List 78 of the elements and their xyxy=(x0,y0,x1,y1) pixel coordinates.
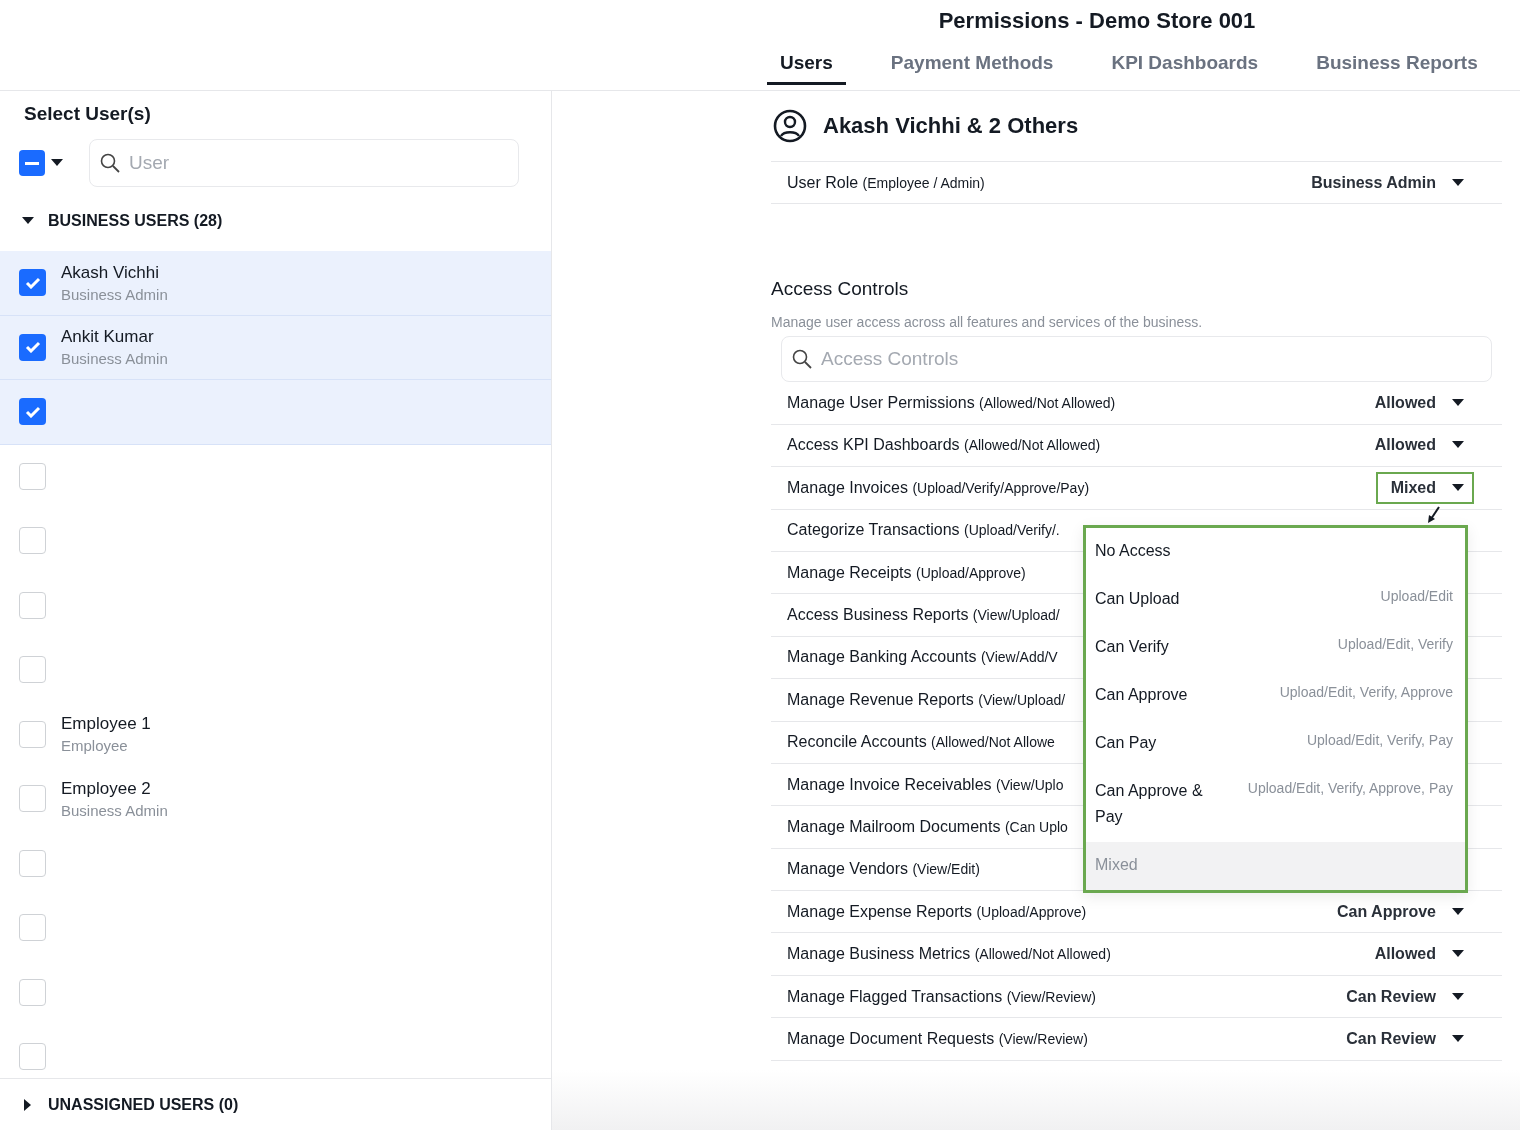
menu-option[interactable]: Can Verify Upload/Edit, Verify xyxy=(1086,624,1465,673)
search-icon xyxy=(100,153,120,173)
user-checkbox[interactable] xyxy=(19,591,46,619)
user-checkbox[interactable] xyxy=(19,1043,46,1071)
user-checkbox[interactable] xyxy=(19,914,46,942)
permission-label: Manage User Permissions (Allowed/Not Allowed) xyxy=(787,394,1116,413)
menu-option[interactable]: Can Pay Upload/Edit, Verify, Pay xyxy=(1086,720,1465,769)
user-checkbox[interactable] xyxy=(19,333,46,361)
permission-label: Access Business Reports (View/Upload/ xyxy=(787,606,1060,625)
page-title: Permissions - Demo Store 001 xyxy=(937,8,1257,34)
section-title: Access Controls xyxy=(771,278,910,301)
access-search-field[interactable]: Access Controls xyxy=(781,336,1492,383)
permission-label: Manage Receipts (Upload/Approve) xyxy=(787,563,1026,582)
group-header[interactable]: UNASSIGNED USERS (0) xyxy=(0,1074,261,1130)
permission-label: Access KPI Dashboards (Allowed/Not Allowed) xyxy=(787,436,1101,455)
permission-label: Manage Banking Accounts (View/Add/V xyxy=(787,648,1058,667)
user-role: Employee xyxy=(61,737,129,755)
user-checkbox[interactable] xyxy=(19,462,46,490)
user-role: Business Admin xyxy=(61,801,168,819)
caret-icon xyxy=(1452,950,1464,959)
user-checkbox[interactable] xyxy=(19,269,46,297)
menu-option[interactable]: No Access xyxy=(1086,528,1465,577)
menu-option[interactable]: Can Approve Upload/Edit, Verify, Approve xyxy=(1086,672,1465,721)
permission-label: Manage Invoice Receivables (View/Uplo xyxy=(787,775,1064,794)
user-avatar-icon xyxy=(773,109,807,143)
check-icon xyxy=(24,341,41,354)
check-icon xyxy=(24,276,41,289)
minus-icon xyxy=(25,161,39,165)
section-description: Manage user access across all features and services of the business. xyxy=(771,314,1204,331)
caret-icon xyxy=(1452,178,1464,187)
permission-label: Reconcile Accounts (Allowed/Not Allowe xyxy=(787,733,1055,752)
user-checkbox[interactable] xyxy=(19,398,46,426)
user-checkbox[interactable] xyxy=(19,527,46,555)
tab[interactable]: Payment Methods xyxy=(877,48,1067,85)
tab[interactable]: Users xyxy=(767,48,846,85)
permission-label: Categorize Transactions (Upload/Verify/. xyxy=(787,521,1060,540)
user-checkbox[interactable] xyxy=(19,656,46,684)
permission-label: Manage Business Metrics (Allowed/Not Allowed) xyxy=(787,945,1111,964)
user-checkbox[interactable] xyxy=(19,978,46,1006)
selection-title: Akash Vichhi & 2 Others xyxy=(823,113,1079,139)
permission-label: Manage Document Requests (View/Review) xyxy=(787,1029,1088,1048)
tab[interactable]: KPI Dashboards xyxy=(1098,48,1272,85)
user-role: Business Admin xyxy=(61,350,168,368)
user-checkbox[interactable] xyxy=(19,849,46,877)
permission-label: Manage Flagged Transactions (View/Review) xyxy=(787,987,1096,1006)
user-name: Ankit Kumar xyxy=(61,327,155,348)
caret-icon xyxy=(1452,483,1464,492)
caret-icon xyxy=(1452,992,1464,1001)
select-all-checkbox[interactable] xyxy=(19,150,45,176)
caret-icon xyxy=(51,159,63,167)
caret-icon xyxy=(24,1098,32,1111)
user-checkbox[interactable] xyxy=(19,720,46,748)
permission-select[interactable]: Mixed xyxy=(1375,471,1474,504)
caret-icon xyxy=(1452,907,1464,916)
user-name: Akash Vichhi xyxy=(61,262,160,283)
user-name: Employee 2 xyxy=(61,778,152,799)
role-label: User Role (Employee / Admin) xyxy=(787,173,985,192)
sidebar-title: Select User(s) xyxy=(23,102,152,125)
permission-label: Manage Expense Reports (Upload/Approve) xyxy=(787,902,1087,921)
user-checkbox[interactable] xyxy=(19,785,46,813)
group-header[interactable]: BUSINESS USERS (28) xyxy=(0,191,245,251)
tab[interactable]: Business Reports xyxy=(1303,48,1491,85)
search-icon xyxy=(792,349,812,370)
check-icon xyxy=(24,405,41,418)
menu-option[interactable]: Can Upload Upload/Edit xyxy=(1086,576,1465,625)
permission-label: Manage Vendors (View/Edit) xyxy=(787,860,980,879)
caret-icon xyxy=(1452,1034,1464,1043)
permission-label: Manage Mailroom Documents (Can Uplo xyxy=(787,818,1068,836)
caret-icon xyxy=(1452,399,1464,408)
caret-icon xyxy=(22,217,34,225)
caret-icon xyxy=(1452,441,1464,450)
user-name: Employee 1 xyxy=(61,714,151,735)
user-role: Business Admin xyxy=(61,285,168,303)
user-search-field[interactable]: User xyxy=(89,139,519,187)
permission-label: Manage Revenue Reports (View/Upload/ xyxy=(787,690,1066,709)
permission-label: Manage Invoices (Upload/Verify/Approve/Pay) xyxy=(787,478,1090,497)
pointer-arrow-icon xyxy=(1427,506,1441,525)
menu-option[interactable]: Can Approve & Pay Upload/Edit, Verify, Approve, Pay xyxy=(1086,768,1465,843)
